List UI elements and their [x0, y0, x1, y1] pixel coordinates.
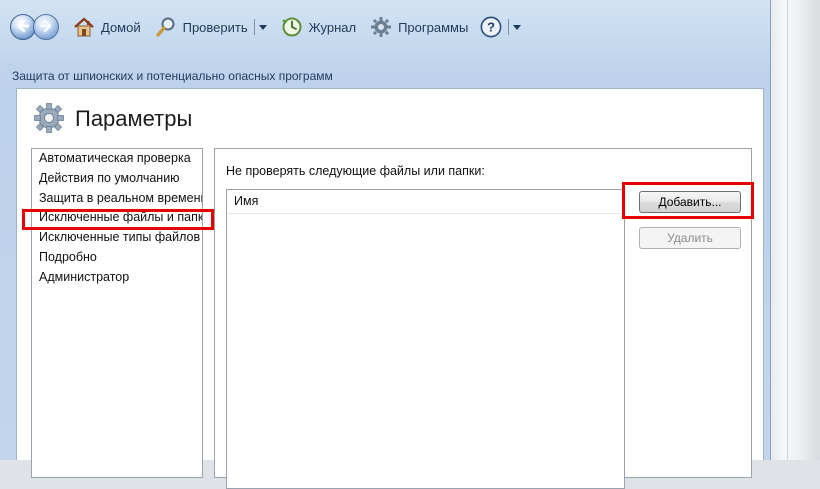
help-icon: ? [480, 16, 502, 38]
remove-button[interactable]: Удалить [639, 227, 741, 249]
gear-icon [370, 16, 392, 38]
page-title: Параметры [75, 106, 193, 131]
forward-button[interactable] [33, 14, 59, 40]
scan-label: Проверить [182, 19, 248, 35]
toolbar: Домой Проверить Журнал Программы ? [10, 12, 522, 42]
scan-button[interactable]: Проверить [155, 16, 248, 38]
search-icon [155, 16, 177, 38]
settings-gear-icon [33, 102, 65, 137]
panel-header: Параметры [33, 97, 192, 141]
settings-nav-list: Автоматическая проверка Действия по умол… [31, 148, 203, 478]
column-header-name[interactable]: Имя [227, 190, 624, 214]
exclude-description: Не проверять следующие файлы или папки: [226, 164, 485, 178]
window-frame: Домой Проверить Журнал Программы ? Защит… [0, 0, 771, 489]
sidebar-item-excluded-files[interactable]: Исключенные файлы и папки [32, 208, 202, 228]
excluded-files-pane: Не проверять следующие файлы или папки: … [214, 148, 752, 489]
forward-arrow-icon [39, 19, 53, 36]
sidebar-item-administrator[interactable]: Администратор [32, 268, 202, 288]
dropdown-arrow-icon [513, 20, 522, 34]
sidebar-item-advanced[interactable]: Подробно [32, 248, 202, 268]
toolbar-separator [253, 19, 255, 35]
background-window-edge [771, 0, 820, 460]
scan-dropdown-button[interactable] [258, 20, 267, 34]
program-subtitle: Защита от шпионских и потенциально опасн… [12, 69, 333, 83]
window-edge-line [787, 0, 788, 460]
home-label: Домой [101, 19, 141, 35]
settings-panel: Параметры Автоматическая проверка Действ… [16, 88, 764, 489]
sidebar-item-excluded-types[interactable]: Исключенные типы файлов [32, 228, 202, 248]
tools-button[interactable]: Программы [370, 16, 468, 38]
svg-text:?: ? [487, 20, 495, 35]
toolbar-separator [508, 19, 510, 35]
home-icon [73, 16, 95, 38]
tools-label: Программы [398, 19, 469, 35]
home-button[interactable]: Домой [73, 16, 141, 38]
add-button[interactable]: Добавить... [639, 191, 741, 213]
help-button[interactable]: ? [480, 16, 502, 38]
history-label: Журнал [308, 19, 357, 35]
sidebar-item-auto-scan[interactable]: Автоматическая проверка [32, 149, 202, 169]
back-arrow-icon [16, 19, 30, 36]
dropdown-arrow-icon [258, 20, 267, 34]
sidebar-item-default-actions[interactable]: Действия по умолчанию [32, 169, 202, 189]
history-icon [281, 16, 303, 38]
sidebar-item-realtime-protection[interactable]: Защита в реальном времени [32, 189, 202, 209]
excluded-files-list[interactable]: Имя [226, 189, 625, 489]
history-button[interactable]: Журнал [281, 16, 356, 38]
help-dropdown-button[interactable] [513, 20, 522, 34]
